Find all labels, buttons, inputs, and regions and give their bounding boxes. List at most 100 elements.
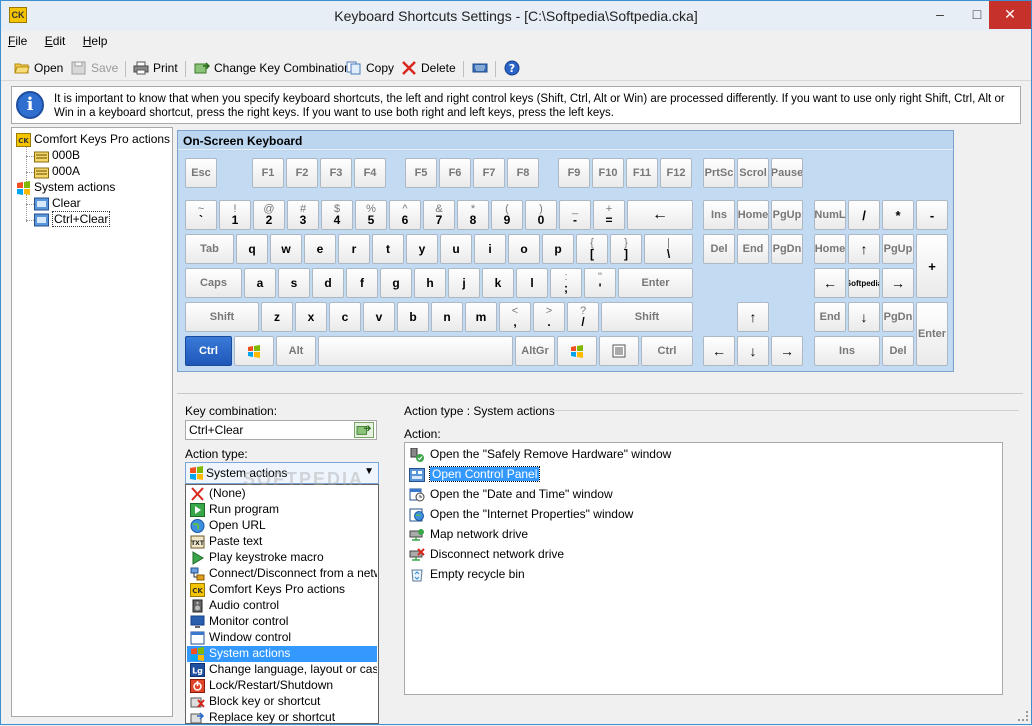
action-map-network-drive[interactable]: Map network drive <box>409 527 528 543</box>
minimize-button[interactable]: – <box>917 1 963 29</box>
dropdown-option-window[interactable]: Window control <box>187 630 377 646</box>
key-printscreen[interactable]: PrtSc <box>703 158 735 188</box>
key-0[interactable]: ) 0 <box>525 200 557 230</box>
key-f3[interactable]: F3 <box>320 158 352 188</box>
key-arrow-left[interactable]: ← <box>703 336 735 366</box>
save-button[interactable]: Save <box>71 59 118 79</box>
dropdown-option-replace-key[interactable]: Replace key or shortcut <box>187 710 377 726</box>
key-9[interactable]: (9 <box>491 200 523 230</box>
key-v[interactable]: v <box>363 302 395 332</box>
key-4[interactable]: $4 <box>321 200 353 230</box>
dropdown-option-language[interactable]: Lg Change language, layout or case <box>187 662 377 678</box>
key-num-3[interactable]: PgDn <box>882 302 914 332</box>
dropdown-option-system-actions[interactable]: System actions <box>187 646 377 662</box>
key-c[interactable]: c <box>329 302 361 332</box>
key-backslash[interactable]: | \ <box>644 234 693 264</box>
key-num-decimal[interactable]: Del <box>882 336 914 366</box>
key-num-9[interactable]: PgUp <box>882 234 914 264</box>
key-minus[interactable]: _ - <box>559 200 591 230</box>
print-button[interactable]: Print <box>133 59 178 79</box>
key-left-ctrl[interactable]: Ctrl <box>185 336 232 366</box>
action-empty-recycle-bin[interactable]: Empty recycle bin <box>409 567 525 583</box>
key-pagedown[interactable]: PgDn <box>771 234 803 264</box>
key-semicolon[interactable]: :; <box>550 268 582 298</box>
key-num-1[interactable]: End <box>814 302 846 332</box>
key-num-minus[interactable]: - <box>916 200 948 230</box>
key-f2[interactable]: F2 <box>286 158 318 188</box>
key-enter[interactable]: Enter <box>618 268 693 298</box>
key-f7[interactable]: F7 <box>473 158 505 188</box>
key-num-4[interactable]: ← <box>814 268 846 298</box>
tree-node-system-actions[interactable]: System actions <box>16 180 115 196</box>
close-button[interactable]: ✕ <box>989 1 1031 29</box>
key-delete[interactable]: Del <box>703 234 735 264</box>
tree-node-clear[interactable]: Clear <box>34 196 81 212</box>
change-key-icon[interactable] <box>354 422 374 438</box>
key-r[interactable]: r <box>338 234 370 264</box>
key-altgr[interactable]: AltGr <box>515 336 555 366</box>
key-m[interactable]: m <box>465 302 497 332</box>
action-disconnect-network-drive[interactable]: Disconnect network drive <box>409 547 564 563</box>
dropdown-option-run-program[interactable]: Run program <box>187 502 377 518</box>
key-lbracket[interactable]: {[ <box>576 234 608 264</box>
tree-node-000a[interactable]: 000A <box>34 164 80 180</box>
maximize-button[interactable]: □ <box>963 1 991 29</box>
key-e[interactable]: e <box>304 234 336 264</box>
tree-node-comfort-keys-actions[interactable]: CK Comfort Keys Pro actions <box>16 132 170 148</box>
key-arrow-down[interactable]: ↓ <box>737 336 769 366</box>
dropdown-option-keystroke-macro[interactable]: Play keystroke macro <box>187 550 377 566</box>
key-b[interactable]: b <box>397 302 429 332</box>
key-num-8[interactable]: ↑ <box>848 234 880 264</box>
key-g[interactable]: g <box>380 268 412 298</box>
key-2[interactable]: @2 <box>253 200 285 230</box>
key-home[interactable]: Home <box>737 200 769 230</box>
key-q[interactable]: q <box>236 234 268 264</box>
key-f12[interactable]: F12 <box>660 158 692 188</box>
key-menu[interactable] <box>599 336 639 366</box>
key-capslock[interactable]: Caps <box>185 268 242 298</box>
chevron-down-icon[interactable]: ▼ <box>364 466 374 477</box>
dropdown-option-lock-restart[interactable]: Lock/Restart/Shutdown <box>187 678 377 694</box>
key-i[interactable]: i <box>474 234 506 264</box>
key-num-enter[interactable]: Enter <box>916 302 948 366</box>
key-t[interactable]: t <box>372 234 404 264</box>
key-1[interactable]: ! 1 <box>219 200 251 230</box>
open-button[interactable]: Open <box>14 59 63 79</box>
dropdown-option-network[interactable]: Connect/Disconnect from a network <box>187 566 377 582</box>
tree-node-000b[interactable]: 000B <box>34 148 80 164</box>
key-u[interactable]: u <box>440 234 472 264</box>
dropdown-option-paste-text[interactable]: TXT Paste text <box>187 534 377 550</box>
help-button[interactable]: ? <box>504 59 520 79</box>
key-pause[interactable]: Pause <box>771 158 803 188</box>
key-f11[interactable]: F11 <box>626 158 658 188</box>
key-num-5[interactable]: Softpedia <box>848 268 880 298</box>
key-f10[interactable]: F10 <box>592 158 624 188</box>
key-quote[interactable]: " ' <box>584 268 616 298</box>
action-safely-remove-hardware[interactable]: Open the "Safely Remove Hardware" window <box>409 447 671 463</box>
key-space[interactable] <box>318 336 513 366</box>
key-slash[interactable]: ? / <box>567 302 599 332</box>
key-j[interactable]: j <box>448 268 480 298</box>
menu-help[interactable]: Help <box>76 31 115 48</box>
action-date-and-time[interactable]: Open the "Date and Time" window <box>409 487 613 503</box>
menu-edit[interactable]: Edit <box>38 31 73 48</box>
copy-button[interactable]: Copy <box>346 59 394 79</box>
key-k[interactable]: k <box>482 268 514 298</box>
key-3[interactable]: #3 <box>287 200 319 230</box>
key-p[interactable]: p <box>542 234 574 264</box>
key-n[interactable]: n <box>431 302 463 332</box>
key-num-plus[interactable]: + <box>916 234 948 298</box>
key-right-ctrl[interactable]: Ctrl <box>641 336 693 366</box>
key-w[interactable]: w <box>270 234 302 264</box>
resize-grip[interactable] <box>1018 711 1028 721</box>
title-bar[interactable]: CK Keyboard Shortcuts Settings - [C:\Sof… <box>1 1 1031 31</box>
dropdown-option-comfort-keys[interactable]: CK Comfort Keys Pro actions <box>187 582 377 598</box>
key-8[interactable]: * 8 <box>457 200 489 230</box>
action-internet-properties[interactable]: Open the "Internet Properties" window <box>409 507 633 523</box>
key-o[interactable]: o <box>508 234 540 264</box>
key-arrow-up[interactable]: ↑ <box>737 302 769 332</box>
key-end[interactable]: End <box>737 234 769 264</box>
key-l[interactable]: l <box>516 268 548 298</box>
key-right-win[interactable] <box>557 336 597 366</box>
key-pageup[interactable]: PgUp <box>771 200 803 230</box>
